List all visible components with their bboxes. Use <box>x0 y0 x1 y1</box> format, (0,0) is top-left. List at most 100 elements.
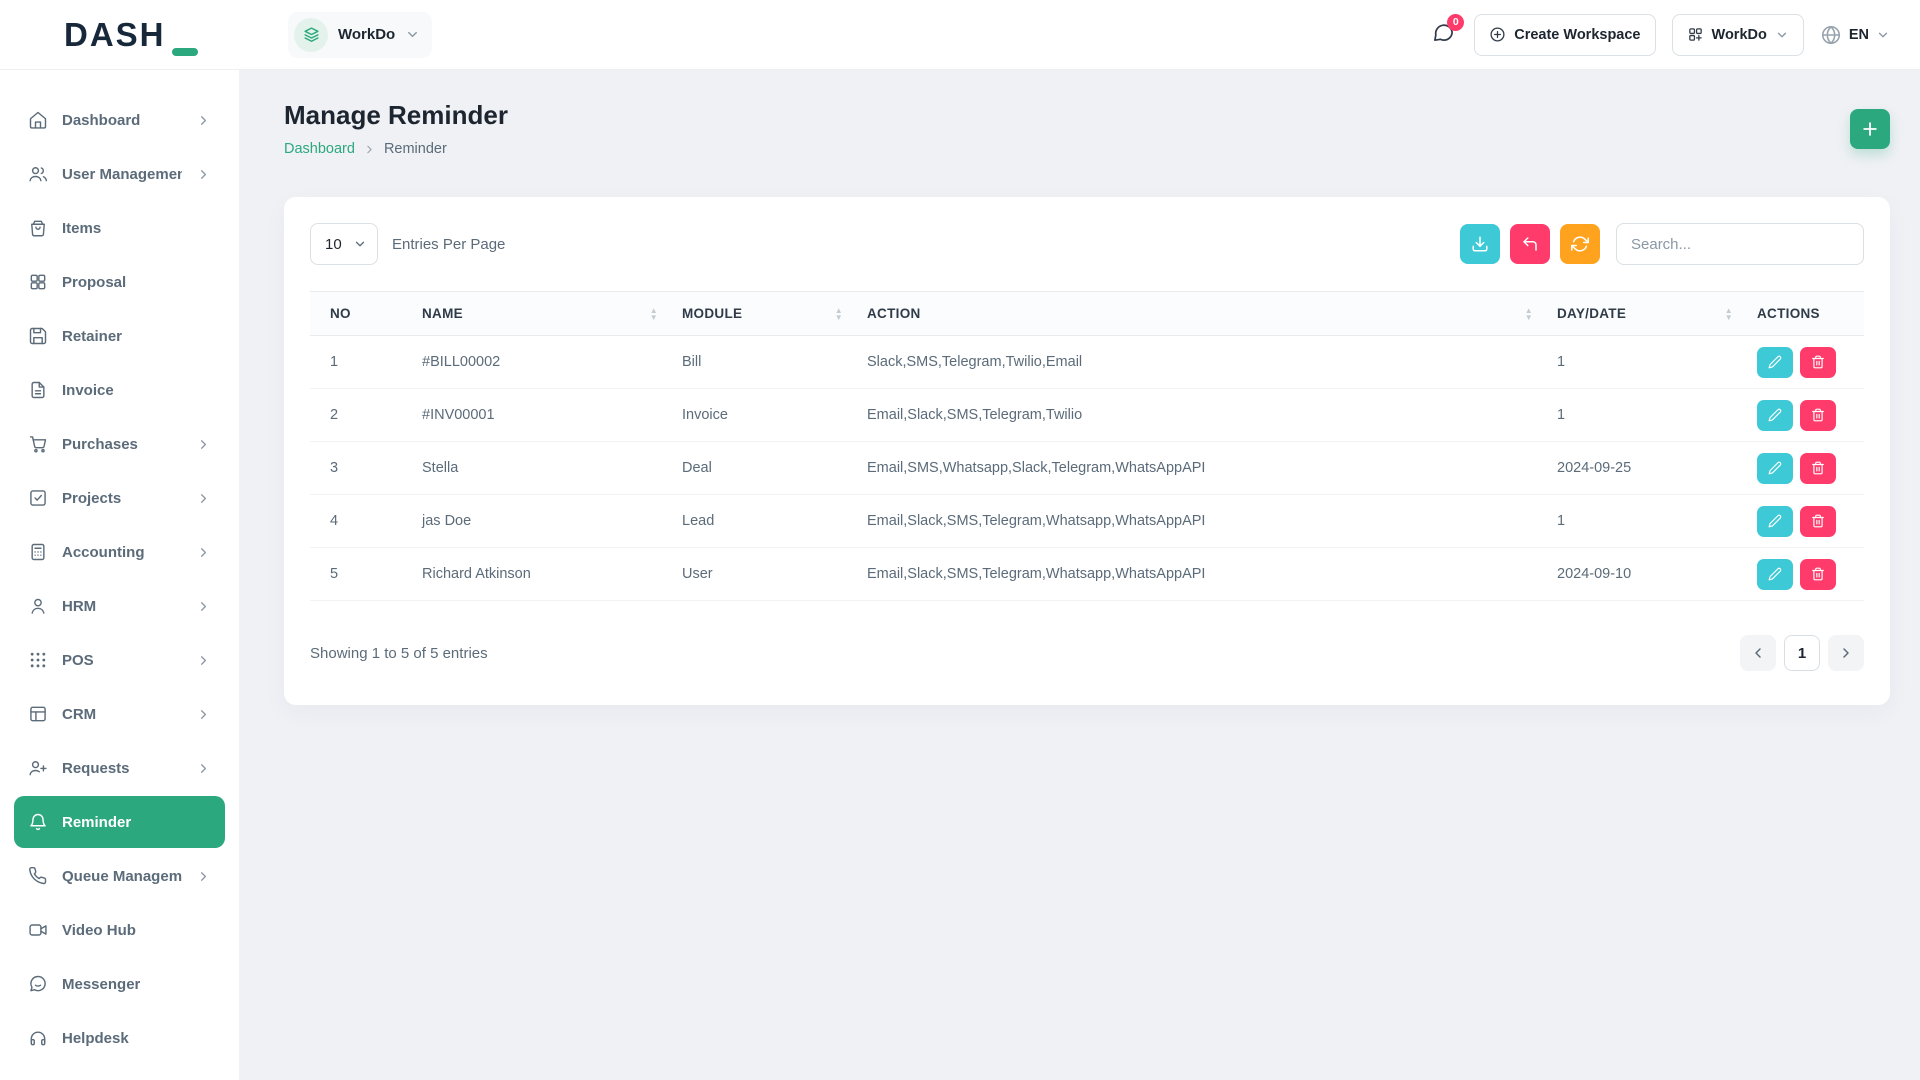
chevron-right-icon <box>196 707 211 722</box>
entries-summary: Showing 1 to 5 of 5 entries <box>310 645 488 662</box>
layout-icon <box>28 704 48 724</box>
column-header-day-date[interactable]: DAY/DATE▲▼ <box>1545 292 1745 336</box>
edit-button[interactable] <box>1757 559 1793 590</box>
user-icon <box>28 596 48 616</box>
delete-button[interactable] <box>1800 400 1836 431</box>
chevron-right-icon <box>196 653 211 668</box>
reminder-table: NO NAME▲▼ MODULE▲▼ ACTION▲▼ DAY/DATE▲▼ A… <box>310 291 1864 601</box>
cell-action: Slack,SMS,Telegram,Twilio,Email <box>855 336 1545 389</box>
sidebar-item-items[interactable]: Items <box>14 202 225 254</box>
plus-circle-icon <box>1489 26 1506 43</box>
cell-day-date: 1 <box>1545 495 1745 548</box>
sidebar-item-hrm[interactable]: HRM <box>14 580 225 632</box>
table-header-row: NO NAME▲▼ MODULE▲▼ ACTION▲▼ DAY/DATE▲▼ A… <box>310 292 1864 336</box>
cell-module: Invoice <box>670 389 855 442</box>
column-header-name[interactable]: NAME▲▼ <box>410 292 670 336</box>
sidebar-item-retainer[interactable]: Retainer <box>14 310 225 362</box>
row-actions <box>1757 506 1852 537</box>
cell-action: Email,Slack,SMS,Telegram,Whatsapp,WhatsA… <box>855 548 1545 601</box>
app-logo[interactable]: DASH <box>0 16 240 54</box>
table-row: 2 #INV00001 Invoice Email,Slack,SMS,Tele… <box>310 389 1864 442</box>
row-actions <box>1757 400 1852 431</box>
cell-no: 1 <box>310 336 410 389</box>
layers-icon <box>294 18 328 52</box>
column-header-action[interactable]: ACTION▲▼ <box>855 292 1545 336</box>
edit-button[interactable] <box>1757 347 1793 378</box>
sidebar-item-proposal[interactable]: Proposal <box>14 256 225 308</box>
edit-button[interactable] <box>1757 400 1793 431</box>
top-bar: DASH WorkDo 0 Create Workspace <box>0 0 1920 70</box>
cell-no: 5 <box>310 548 410 601</box>
sidebar-item-dashboard[interactable]: Dashboard <box>14 94 225 146</box>
cell-day-date: 1 <box>1545 389 1745 442</box>
cell-action: Email,Slack,SMS,Telegram,Whatsapp,WhatsA… <box>855 495 1545 548</box>
breadcrumb-current: Reminder <box>384 141 447 157</box>
account-menu-button[interactable]: WorkDo <box>1672 14 1804 56</box>
pagination-prev-button[interactable] <box>1740 635 1776 671</box>
delete-button[interactable] <box>1800 559 1836 590</box>
table-footer: Showing 1 to 5 of 5 entries 1 <box>310 635 1864 671</box>
sidebar-item-projects[interactable]: Projects <box>14 472 225 524</box>
entries-per-page-select[interactable]: 10 <box>310 223 378 265</box>
cell-name: #BILL00002 <box>410 336 670 389</box>
chevron-down-icon <box>353 237 367 251</box>
table-row: 4 jas Doe Lead Email,Slack,SMS,Telegram,… <box>310 495 1864 548</box>
create-workspace-button[interactable]: Create Workspace <box>1474 14 1655 56</box>
delete-button[interactable] <box>1800 453 1836 484</box>
sidebar-item-user-management[interactable]: User Management <box>14 148 225 200</box>
search-input[interactable] <box>1616 223 1864 265</box>
phone-icon <box>28 866 48 886</box>
language-selector[interactable]: EN <box>1820 24 1890 46</box>
pagination-next-button[interactable] <box>1828 635 1864 671</box>
sidebar-item-crm[interactable]: CRM <box>14 688 225 740</box>
sidebar-item-helpdesk[interactable]: Helpdesk <box>14 1012 225 1064</box>
edit-button[interactable] <box>1757 506 1793 537</box>
sidebar-item-purchases[interactable]: Purchases <box>14 418 225 470</box>
sidebar-item-invoice[interactable]: Invoice <box>14 364 225 416</box>
chevron-right-icon <box>196 545 211 560</box>
edit-button[interactable] <box>1757 453 1793 484</box>
headphones-icon <box>28 1028 48 1048</box>
grid-plus-icon <box>1687 26 1704 43</box>
shopping-cart-icon <box>28 434 48 454</box>
row-actions <box>1757 453 1852 484</box>
sidebar-item-reminder[interactable]: Reminder <box>14 796 225 848</box>
export-button[interactable] <box>1460 224 1500 264</box>
add-reminder-button[interactable] <box>1850 109 1890 149</box>
refresh-button[interactable] <box>1560 224 1600 264</box>
cell-day-date: 2024-09-10 <box>1545 548 1745 601</box>
breadcrumb-dashboard-link[interactable]: Dashboard <box>284 141 355 157</box>
sidebar-item-messenger[interactable]: Messenger <box>14 958 225 1010</box>
sidebar-item-accounting[interactable]: Accounting <box>14 526 225 578</box>
sidebar-item-queue-management[interactable]: Queue Management <box>14 850 225 902</box>
back-button[interactable] <box>1510 224 1550 264</box>
cell-module: Bill <box>670 336 855 389</box>
delete-button[interactable] <box>1800 347 1836 378</box>
breadcrumb-separator-icon <box>363 143 376 156</box>
table-toolbar <box>1460 223 1864 265</box>
main-content: Manage Reminder Dashboard Reminder 10 En… <box>240 0 1920 1080</box>
sidebar-item-pos[interactable]: POS <box>14 634 225 686</box>
reminder-table-card: 10 Entries Per Page <box>284 197 1890 705</box>
check-square-icon <box>28 488 48 508</box>
delete-button[interactable] <box>1800 506 1836 537</box>
create-workspace-label: Create Workspace <box>1514 27 1640 43</box>
chevron-right-icon <box>196 167 211 182</box>
column-header-module[interactable]: MODULE▲▼ <box>670 292 855 336</box>
bell-icon <box>28 812 48 832</box>
chat-button[interactable]: 0 <box>1428 20 1458 50</box>
pagination-page-1-button[interactable]: 1 <box>1784 635 1820 671</box>
logo-text: DASH <box>64 16 166 54</box>
cell-module: User <box>670 548 855 601</box>
cell-name: Stella <box>410 442 670 495</box>
sort-icon: ▲▼ <box>1525 307 1533 321</box>
entries-per-page-value: 10 <box>325 236 342 253</box>
home-icon <box>28 110 48 130</box>
table-controls: 10 Entries Per Page <box>310 223 1864 265</box>
users-icon <box>28 164 48 184</box>
header-actions: 0 Create Workspace WorkDo EN <box>1428 14 1890 56</box>
workspace-selector[interactable]: WorkDo <box>288 12 432 58</box>
sidebar-item-requests[interactable]: Requests <box>14 742 225 794</box>
sidebar-item-video-hub[interactable]: Video Hub <box>14 904 225 956</box>
cell-action: Email,SMS,Whatsapp,Slack,Telegram,WhatsA… <box>855 442 1545 495</box>
